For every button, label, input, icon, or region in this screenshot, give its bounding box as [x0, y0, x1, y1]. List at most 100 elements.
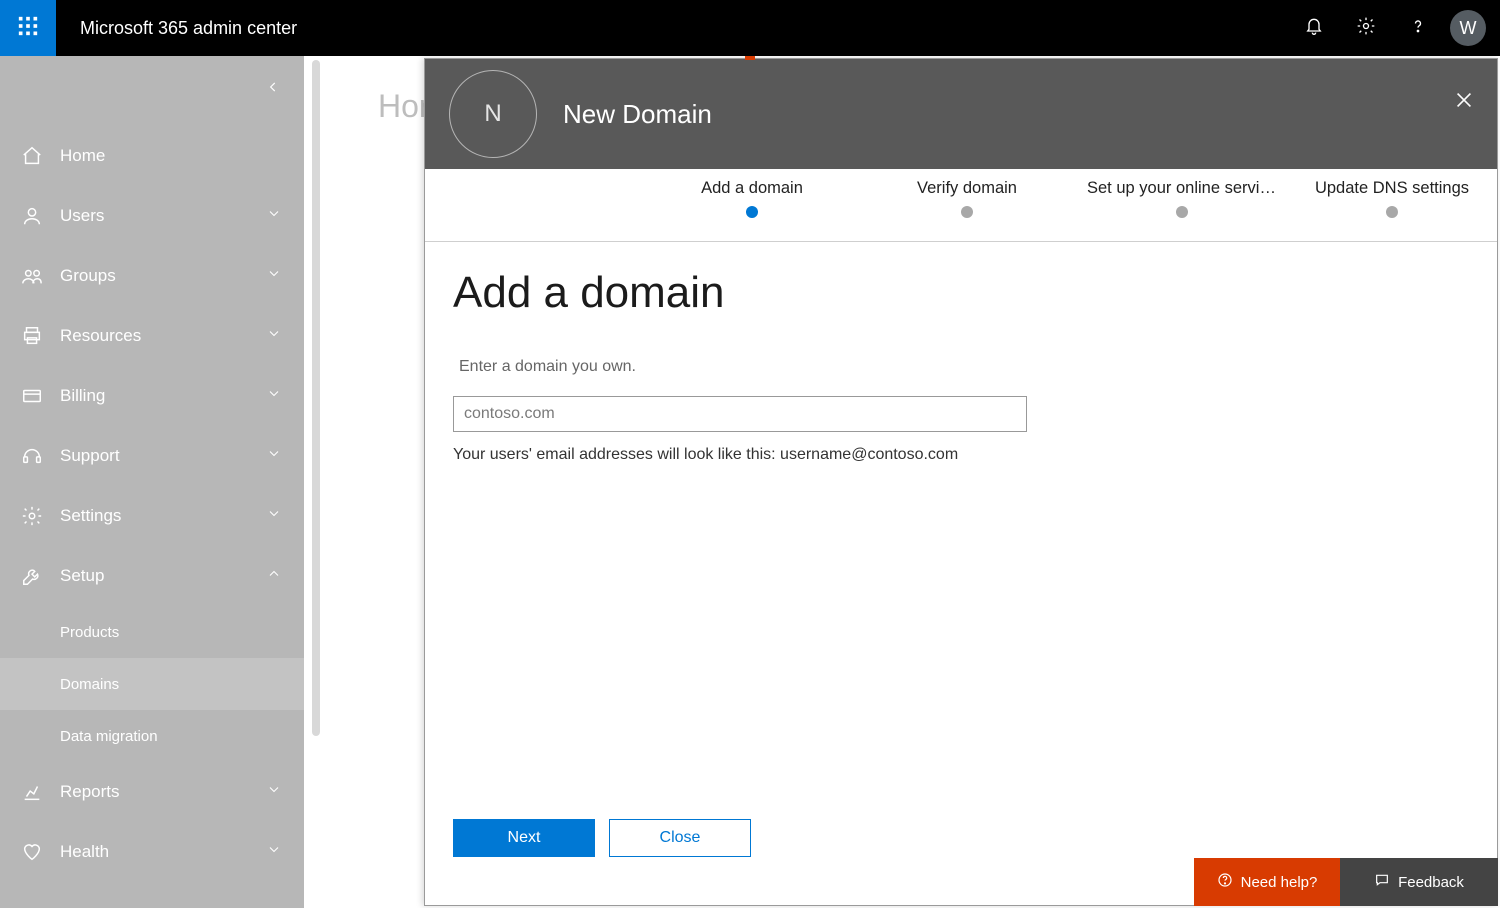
body-area: Home Users Groups Resources Billing — [0, 56, 1500, 908]
app-title: Microsoft 365 admin center — [80, 18, 297, 39]
sidebar-subitem-products[interactable]: Products — [0, 606, 304, 658]
sidebar-subitem-label: Data migration — [60, 728, 158, 745]
help-circle-icon — [1217, 872, 1233, 892]
avatar[interactable]: W — [1450, 10, 1486, 46]
button-label: Need help? — [1241, 874, 1318, 891]
chevron-down-icon — [266, 842, 282, 863]
card-icon — [20, 385, 44, 407]
avatar-initial: W — [1460, 18, 1477, 39]
chevron-down-icon — [266, 446, 282, 467]
panel-body: Add a domain Enter a domain you own. You… — [425, 242, 1497, 484]
button-label: Feedback — [1398, 874, 1464, 891]
notifications-button[interactable] — [1288, 0, 1340, 56]
sidebar-item-groups[interactable]: Groups — [0, 246, 304, 306]
question-icon — [1408, 16, 1428, 41]
chevron-down-icon — [266, 326, 282, 347]
scrollbar[interactable] — [312, 60, 320, 736]
sidebar-item-label: Billing — [60, 386, 105, 406]
sidebar-item-settings[interactable]: Settings — [0, 486, 304, 546]
step-dot — [746, 206, 758, 218]
step-label: Verify domain — [877, 179, 1057, 198]
wizard-steps: Add a domain Verify domain Set up your o… — [425, 169, 1497, 242]
sidebar-item-label: Resources — [60, 326, 141, 346]
sidebar-item-health[interactable]: Health — [0, 822, 304, 882]
sidebar-item-billing[interactable]: Billing — [0, 366, 304, 426]
sidebar-item-label: Setup — [60, 566, 104, 586]
step-dot — [1176, 206, 1188, 218]
next-button[interactable]: Next — [453, 819, 595, 857]
gear-icon — [1356, 16, 1376, 41]
chat-icon — [1374, 872, 1390, 892]
step-add-domain[interactable]: Add a domain — [657, 179, 847, 218]
hint-text: Your users' email addresses will look li… — [453, 446, 1469, 464]
help-button[interactable] — [1392, 0, 1444, 56]
collapse-sidebar-button[interactable] — [266, 80, 280, 99]
chevron-up-icon — [266, 566, 282, 587]
chevron-down-icon — [266, 782, 282, 803]
sidebar-subitem-domains[interactable]: Domains — [0, 658, 304, 710]
sidebar-item-label: Support — [60, 446, 120, 466]
panel-avatar-letter: N — [484, 100, 501, 128]
need-help-button[interactable]: Need help? — [1194, 858, 1340, 906]
sidebar-item-label: Health — [60, 842, 109, 862]
sidebar-item-label: Groups — [60, 266, 116, 286]
home-icon — [20, 145, 44, 167]
sidebar-item-resources[interactable]: Resources — [0, 306, 304, 366]
button-label: Next — [508, 829, 541, 847]
chevron-down-icon — [266, 206, 282, 227]
sidebar-item-label: Settings — [60, 506, 121, 526]
step-verify-domain[interactable]: Verify domain — [877, 179, 1057, 218]
step-label: Update DNS settings — [1307, 179, 1477, 198]
people-icon — [20, 265, 44, 287]
headset-icon — [20, 445, 44, 467]
close-button[interactable]: Close — [609, 819, 751, 857]
chart-icon — [20, 781, 44, 803]
heart-icon — [20, 841, 44, 863]
sidebar-item-reports[interactable]: Reports — [0, 762, 304, 822]
waffle-icon — [17, 15, 39, 42]
corner-buttons: Need help? Feedback — [1194, 858, 1498, 906]
step-update-dns[interactable]: Update DNS settings — [1307, 179, 1477, 218]
close-icon — [1453, 98, 1475, 115]
chevron-down-icon — [266, 266, 282, 287]
sidebar: Home Users Groups Resources Billing — [0, 56, 304, 908]
bell-icon — [1304, 16, 1324, 41]
chevron-down-icon — [266, 506, 282, 527]
chevron-left-icon — [266, 81, 280, 98]
panel-title: New Domain — [563, 99, 712, 130]
sidebar-item-label: Reports — [60, 782, 120, 802]
panel-heading: Add a domain — [453, 268, 1469, 318]
recording-indicator — [745, 56, 755, 60]
step-online-services[interactable]: Set up your online services — [1087, 179, 1277, 218]
topbar-right: W — [1288, 0, 1500, 56]
new-domain-panel: N New Domain Add a domain Verify domain … — [424, 58, 1498, 906]
step-dot — [961, 206, 973, 218]
nav: Home Users Groups Resources Billing — [0, 126, 304, 882]
close-panel-button[interactable] — [1453, 89, 1475, 116]
sidebar-item-setup[interactable]: Setup — [0, 546, 304, 606]
top-bar: Microsoft 365 admin center W — [0, 0, 1500, 56]
settings-button[interactable] — [1340, 0, 1392, 56]
person-icon — [20, 205, 44, 227]
sidebar-item-label: Users — [60, 206, 104, 226]
sidebar-subitem-label: Products — [60, 624, 119, 641]
sidebar-subitem-data-migration[interactable]: Data migration — [0, 710, 304, 762]
step-label: Set up your online services — [1087, 179, 1277, 198]
feedback-button[interactable]: Feedback — [1340, 858, 1498, 906]
panel-header: N New Domain — [425, 59, 1497, 169]
step-label: Add a domain — [657, 179, 847, 198]
button-label: Close — [660, 829, 701, 847]
sidebar-item-home[interactable]: Home — [0, 126, 304, 186]
instruction-text: Enter a domain you own. — [459, 358, 1469, 376]
chevron-down-icon — [266, 386, 282, 407]
sidebar-item-support[interactable]: Support — [0, 426, 304, 486]
sidebar-subitem-label: Domains — [60, 676, 119, 693]
app-launcher-button[interactable] — [0, 0, 56, 56]
panel-avatar: N — [449, 70, 537, 158]
sidebar-item-users[interactable]: Users — [0, 186, 304, 246]
wrench-icon — [20, 565, 44, 587]
gear-icon — [20, 505, 44, 527]
domain-input[interactable] — [453, 396, 1027, 432]
printer-icon — [20, 325, 44, 347]
step-dot — [1386, 206, 1398, 218]
